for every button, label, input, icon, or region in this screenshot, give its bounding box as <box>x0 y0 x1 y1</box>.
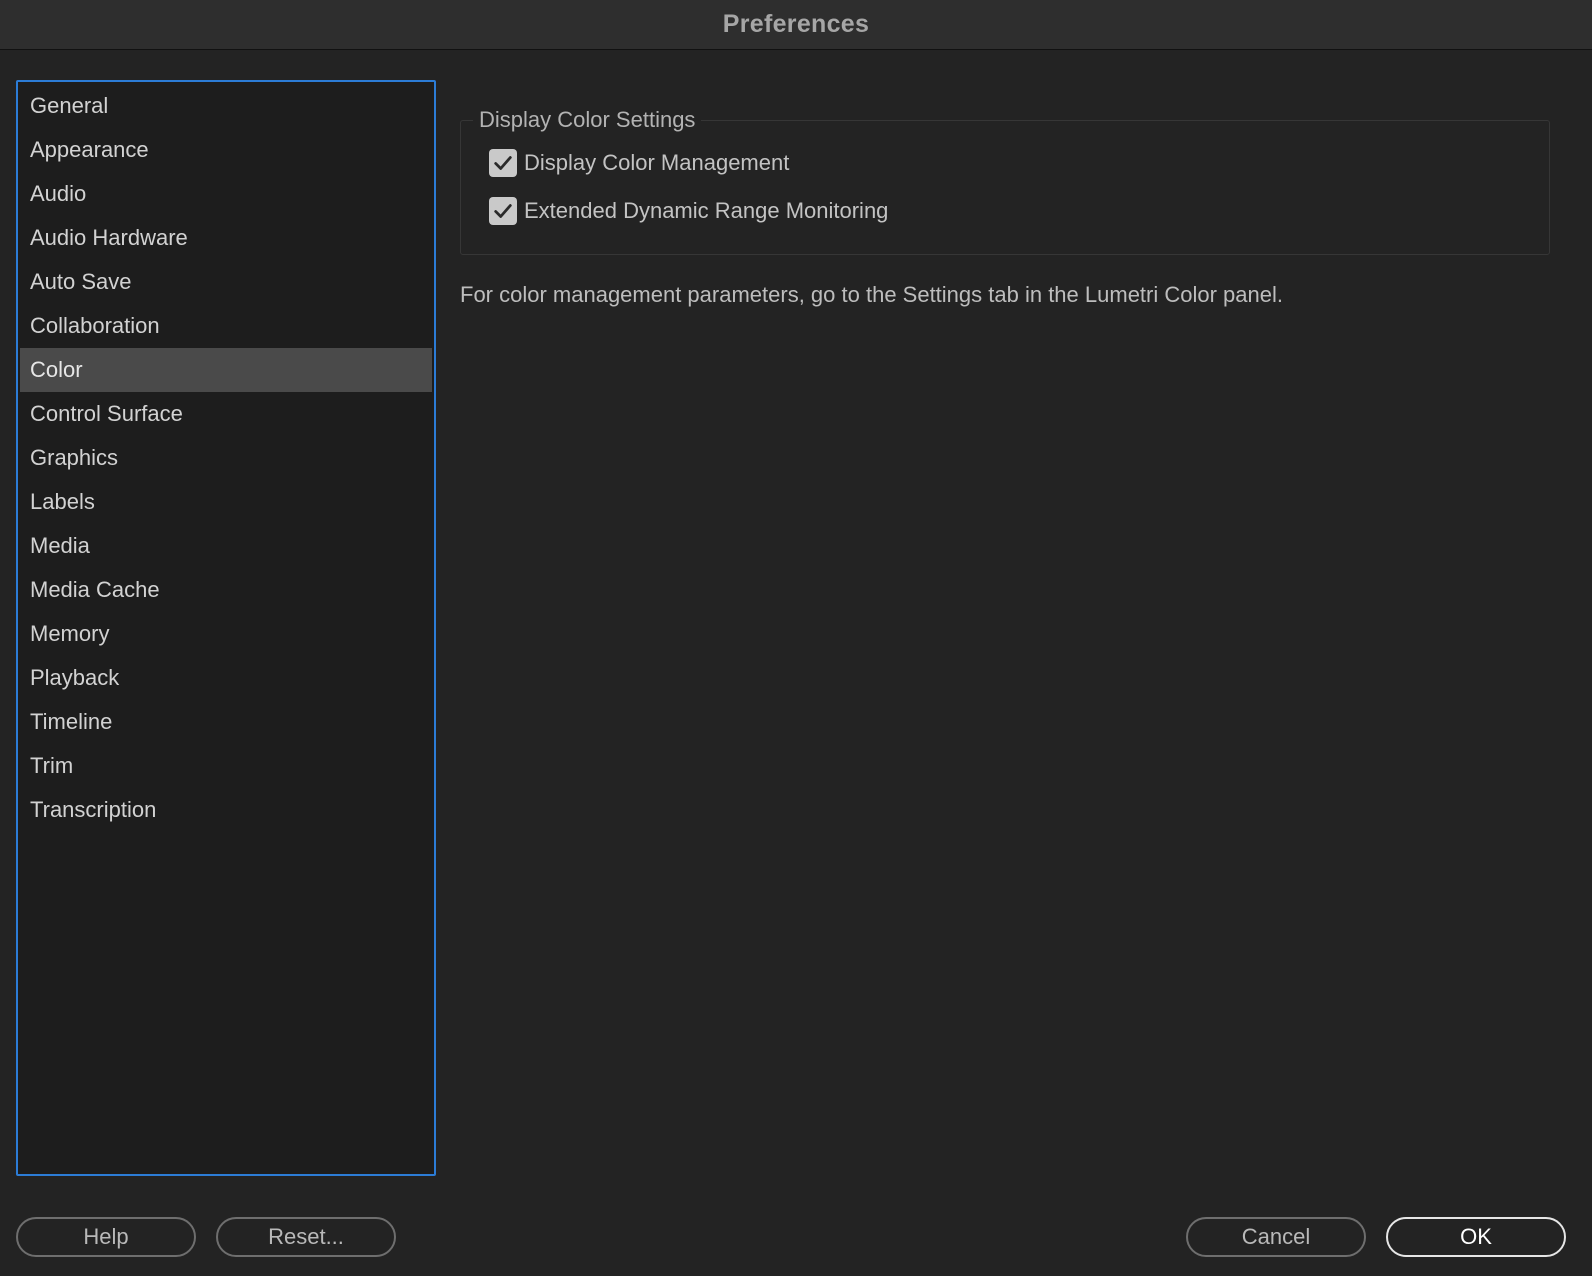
sidebar-item-general[interactable]: General <box>20 84 432 128</box>
sidebar-item-audio-hardware[interactable]: Audio Hardware <box>20 216 432 260</box>
sidebar-item-color[interactable]: Color <box>20 348 432 392</box>
sidebar-item-collaboration[interactable]: Collaboration <box>20 304 432 348</box>
extended-dynamic-range-label[interactable]: Extended Dynamic Range Monitoring <box>524 198 888 224</box>
group-title: Display Color Settings <box>473 107 702 133</box>
extended-dynamic-range-checkbox[interactable] <box>489 197 517 225</box>
sidebar-item-memory[interactable]: Memory <box>20 612 432 656</box>
sidebar-item-audio[interactable]: Audio <box>20 172 432 216</box>
preferences-category-list[interactable]: General Appearance Audio Audio Hardware … <box>16 80 436 1176</box>
help-button[interactable]: Help <box>16 1217 196 1257</box>
sidebar-item-auto-save[interactable]: Auto Save <box>20 260 432 304</box>
display-color-management-checkbox[interactable] <box>489 149 517 177</box>
cancel-button[interactable]: Cancel <box>1186 1217 1366 1257</box>
sidebar-item-timeline[interactable]: Timeline <box>20 700 432 744</box>
display-color-settings-group: Display Color Settings Display Color Man… <box>460 107 1550 255</box>
sidebar-item-transcription[interactable]: Transcription <box>20 788 432 832</box>
display-color-management-label[interactable]: Display Color Management <box>524 150 789 176</box>
title-bar: Preferences <box>0 0 1592 50</box>
sidebar-item-graphics[interactable]: Graphics <box>20 436 432 480</box>
ok-button[interactable]: OK <box>1386 1217 1566 1257</box>
reset-button[interactable]: Reset... <box>216 1217 396 1257</box>
color-management-hint: For color management parameters, go to t… <box>460 282 1283 307</box>
sidebar-item-trim[interactable]: Trim <box>20 744 432 788</box>
sidebar-item-control-surface[interactable]: Control Surface <box>20 392 432 436</box>
sidebar-item-media[interactable]: Media <box>20 524 432 568</box>
sidebar-item-appearance[interactable]: Appearance <box>20 128 432 172</box>
sidebar-item-labels[interactable]: Labels <box>20 480 432 524</box>
sidebar-item-media-cache[interactable]: Media Cache <box>20 568 432 612</box>
sidebar-item-playback[interactable]: Playback <box>20 656 432 700</box>
checkmark-icon <box>494 156 512 170</box>
window-title: Preferences <box>722 10 870 38</box>
checkmark-icon <box>494 204 512 218</box>
display-color-management-row[interactable]: Display Color Management <box>489 148 789 178</box>
extended-dynamic-range-row[interactable]: Extended Dynamic Range Monitoring <box>489 196 888 226</box>
